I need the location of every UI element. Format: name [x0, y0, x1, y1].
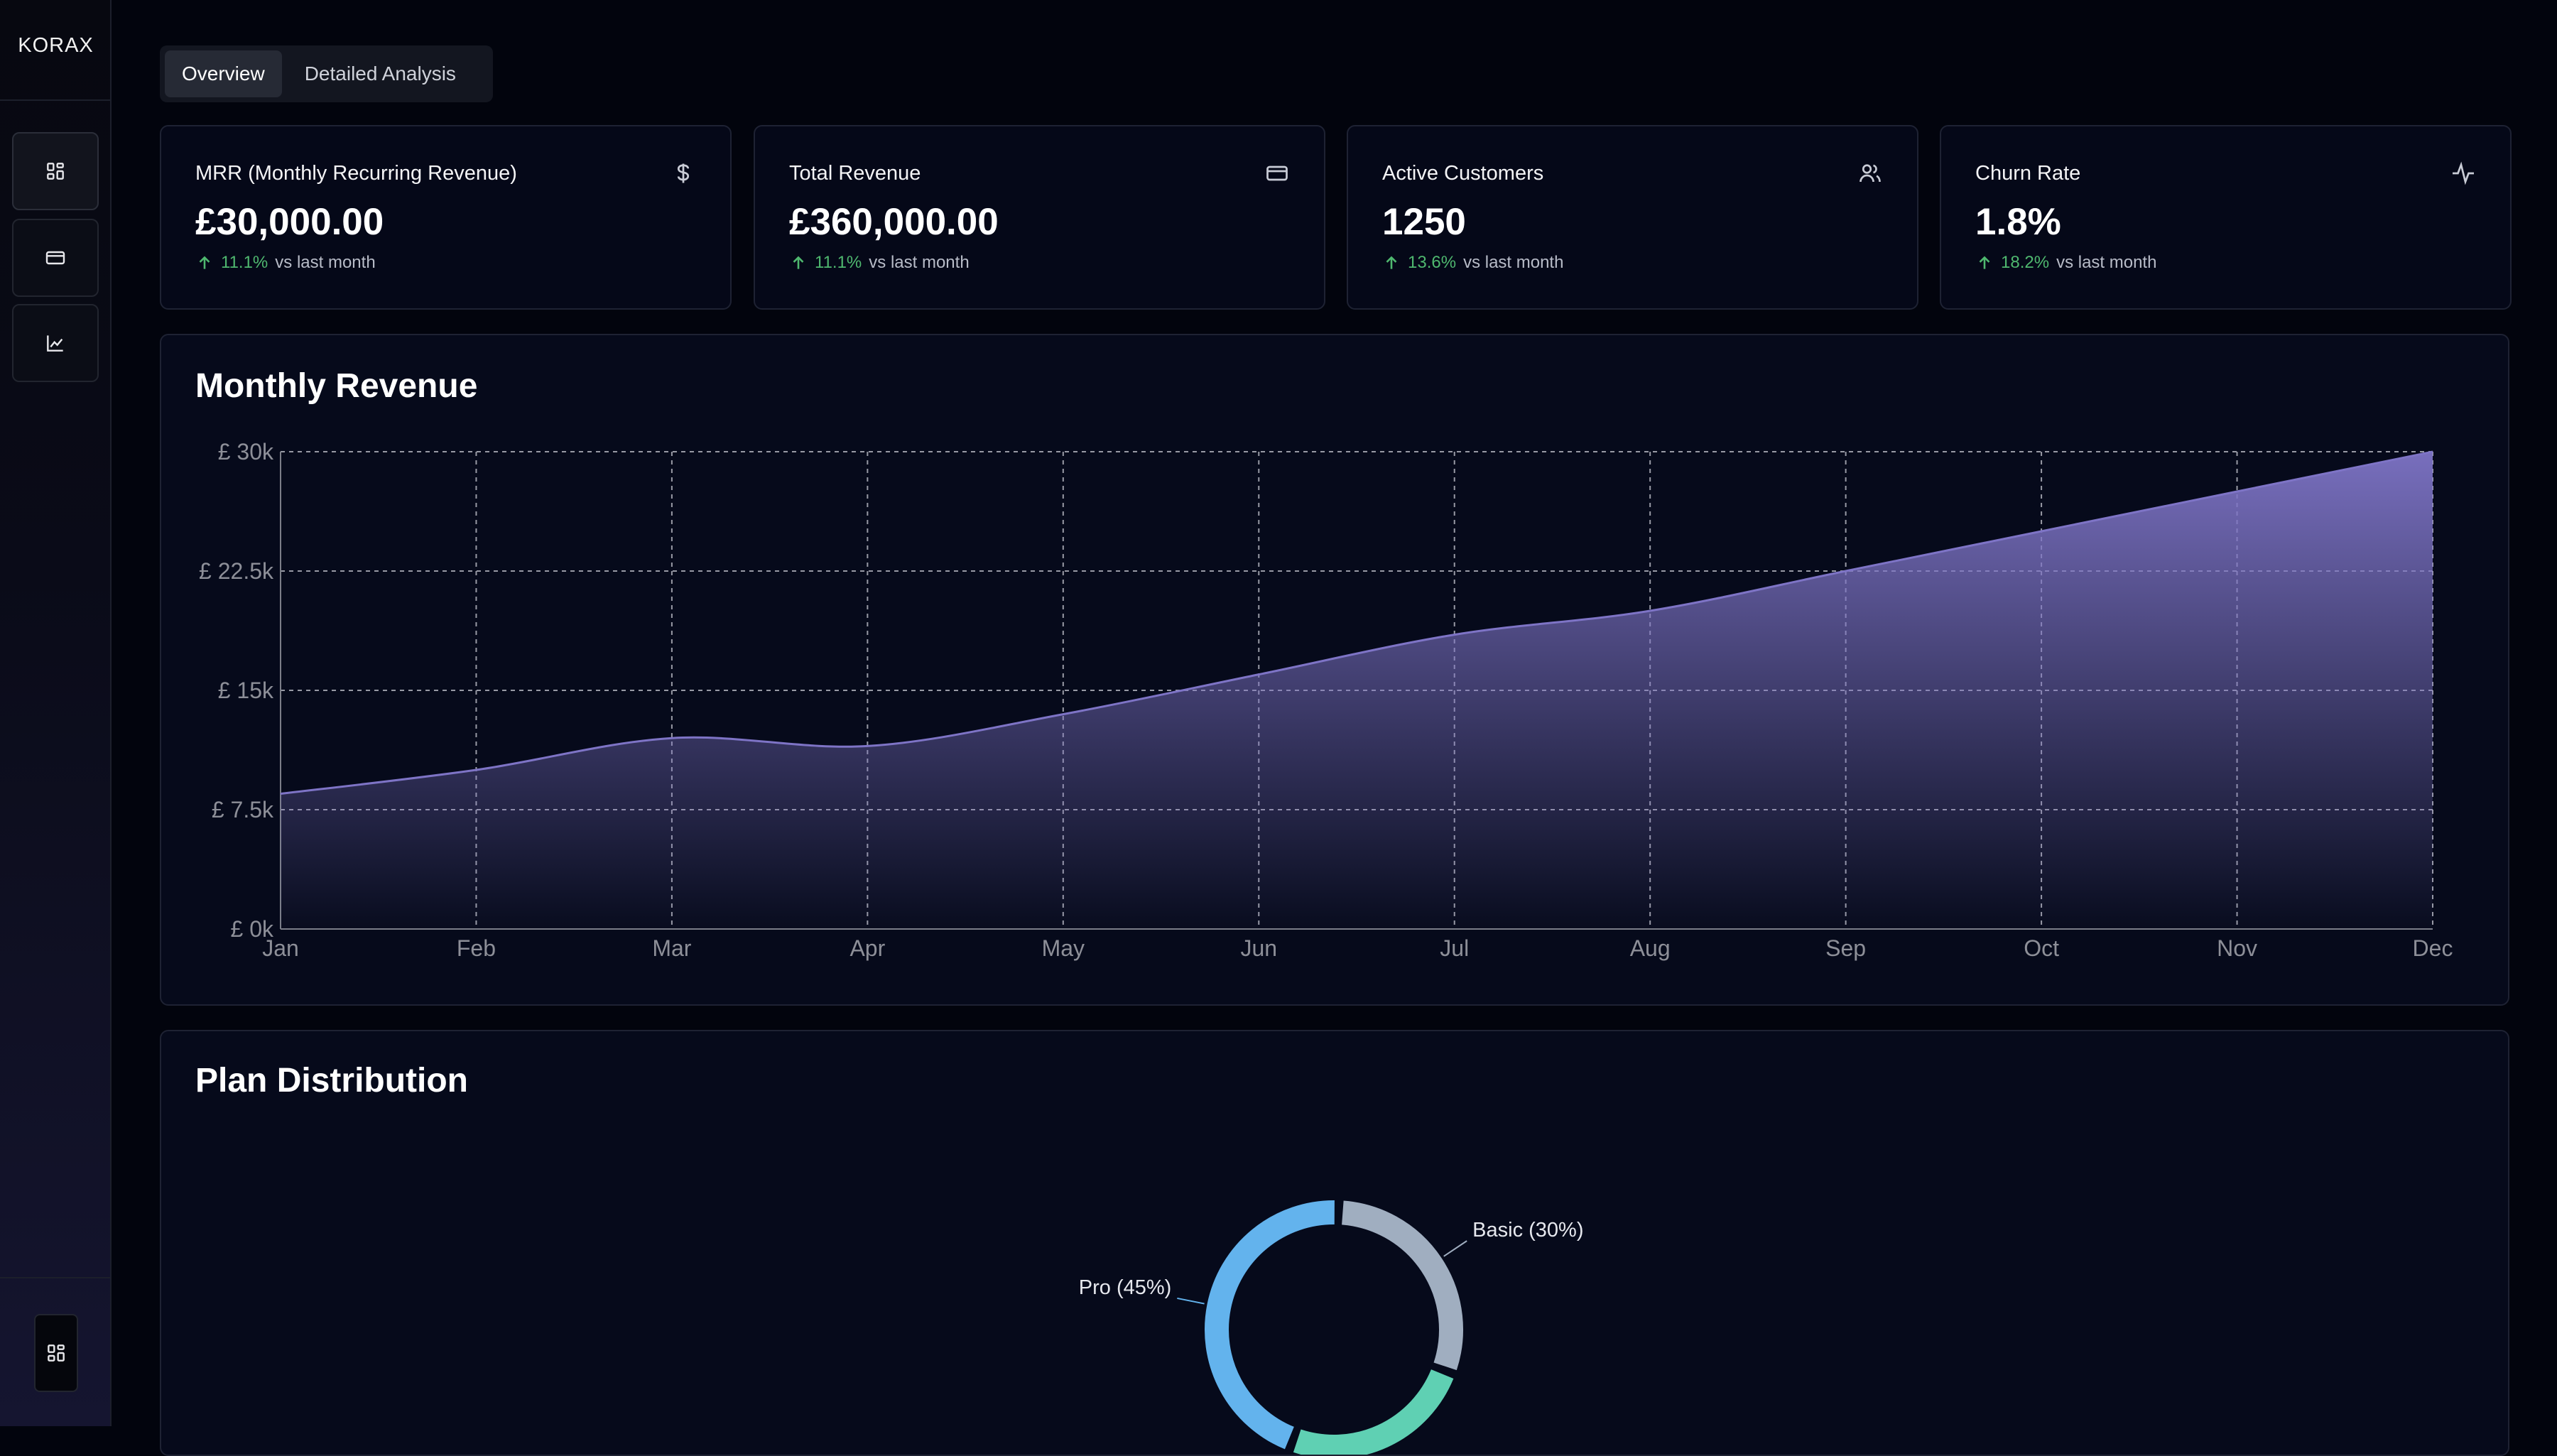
- revenue-point: [475, 769, 477, 771]
- sidebar-divider: [0, 99, 112, 101]
- stat-card-total-revenue: Total Revenue £360,000.00 11.1% vs last …: [754, 125, 1325, 310]
- stat-change-suffix: vs last month: [2056, 253, 2157, 272]
- sidebar-divider: [0, 1277, 112, 1278]
- stat-title: MRR (Monthly Recurring Revenue): [195, 162, 517, 185]
- users-icon: [1857, 161, 1883, 186]
- plan-distribution-chart: Basic (30%) Pro (45%): [1079, 1200, 1584, 1455]
- x-tick-label: Jan: [262, 935, 299, 961]
- arrow-up-icon: [1386, 256, 1397, 269]
- stat-change: 11.1%: [221, 253, 268, 272]
- x-tick-label: Nov: [2217, 935, 2257, 961]
- stat-trend: 13.6% vs last month: [1382, 253, 1563, 273]
- arrow-up-icon: [1979, 256, 1990, 269]
- stat-title: Total Revenue: [789, 162, 921, 185]
- y-tick-label: £ 22.5k: [199, 558, 274, 584]
- stat-value: £30,000.00: [195, 201, 384, 243]
- dashboard-icon: [48, 1344, 65, 1362]
- y-tick-label: £ 15k: [218, 678, 274, 703]
- stat-title: Active Customers: [1382, 162, 1544, 185]
- x-tick-label: Oct: [2024, 935, 2059, 961]
- dashboard-icon: [47, 163, 64, 180]
- x-tick-label: Jun: [1240, 935, 1277, 961]
- sidebar: KORAX: [0, 0, 112, 1426]
- tab-overview[interactable]: Overview: [165, 50, 282, 97]
- y-tick-label: £ 7.5k: [212, 797, 274, 822]
- revenue-point: [2041, 531, 2042, 532]
- pie-slice: [1341, 1200, 1463, 1371]
- credit-card-icon: [1264, 161, 1290, 186]
- stat-trend: 11.1% vs last month: [789, 253, 970, 273]
- revenue-point: [1649, 610, 1651, 612]
- revenue-area: [281, 452, 2433, 929]
- credit-card-icon: [45, 251, 65, 265]
- stat-trend: 18.2% vs last month: [1975, 253, 2156, 273]
- slice-label: Basic (30%): [1472, 1219, 1583, 1242]
- stat-change-suffix: vs last month: [275, 253, 376, 272]
- y-tick-label: £ 30k: [218, 439, 274, 464]
- stat-change: 13.6%: [1408, 253, 1457, 272]
- pie-slice: [1205, 1200, 1335, 1450]
- arrow-up-icon: [793, 256, 804, 269]
- revenue-point: [1454, 634, 1455, 636]
- x-tick-label: Sep: [1825, 935, 1866, 961]
- tab-detailed-analysis[interactable]: Detailed Analysis: [288, 50, 473, 97]
- x-tick-label: Aug: [1630, 935, 1671, 961]
- stat-change-suffix: vs last month: [1463, 253, 1564, 272]
- sidebar-item-dashboard[interactable]: [12, 132, 99, 210]
- x-tick-label: Mar: [652, 935, 691, 961]
- arrow-up-icon: [199, 256, 210, 269]
- sidebar-item-analytics[interactable]: [12, 304, 99, 382]
- monthly-revenue-chart: £ 0k£ 7.5k£ 15k£ 22.5k£ 30kJan Feb Mar Apr M…: [199, 439, 2453, 961]
- x-tick-label: May: [1042, 935, 1085, 961]
- slice-leader-line: [1443, 1240, 1467, 1257]
- stat-title: Churn Rate: [1975, 162, 2081, 185]
- stat-value: 1250: [1382, 201, 1466, 243]
- slice-label: Pro (45%): [1079, 1276, 1172, 1299]
- stat-trend: 11.1% vs last month: [195, 253, 376, 273]
- activity-icon: [2450, 161, 2476, 186]
- stat-value: 1.8%: [1975, 201, 2061, 243]
- stat-change-suffix: vs last month: [869, 253, 970, 272]
- stat-value: £360,000.00: [789, 201, 999, 243]
- x-tick-label: Jul: [1440, 935, 1469, 961]
- app-logo: KORAX: [18, 34, 94, 57]
- revenue-point: [1845, 570, 1847, 572]
- plan-distribution-panel: Plan Distribution Basic (30%) Pro (45%): [160, 1030, 2509, 1456]
- stat-change: 11.1%: [815, 253, 862, 272]
- stat-card-churn-rate: Churn Rate 1.8% 18.2% vs last month: [1940, 125, 2512, 310]
- stat-card-active-customers: Active Customers 1250 13.6% vs last mont…: [1347, 125, 1918, 310]
- x-tick-label: Dec: [2413, 935, 2453, 961]
- pie-slice: [1293, 1369, 1454, 1455]
- x-tick-label: Feb: [457, 935, 496, 961]
- monthly-revenue-panel: Monthly Revenue £ 0k £ 7.5k £ 15k £ 22.5k £ …: [160, 334, 2509, 1006]
- dollar-icon: [671, 161, 696, 186]
- sidebar-bottom-button[interactable]: [34, 1314, 78, 1392]
- line-chart-icon: [47, 335, 63, 352]
- sidebar-item-billing[interactable]: [12, 219, 99, 297]
- x-tick-label: Apr: [849, 935, 885, 961]
- stat-card-mrr: MRR (Monthly Recurring Revenue) £30,000.…: [160, 125, 732, 310]
- slice-leader-line: [1177, 1297, 1205, 1305]
- stat-change: 18.2%: [2001, 253, 2050, 272]
- view-tabs: Overview Detailed Analysis: [160, 45, 493, 102]
- revenue-point: [671, 737, 673, 739]
